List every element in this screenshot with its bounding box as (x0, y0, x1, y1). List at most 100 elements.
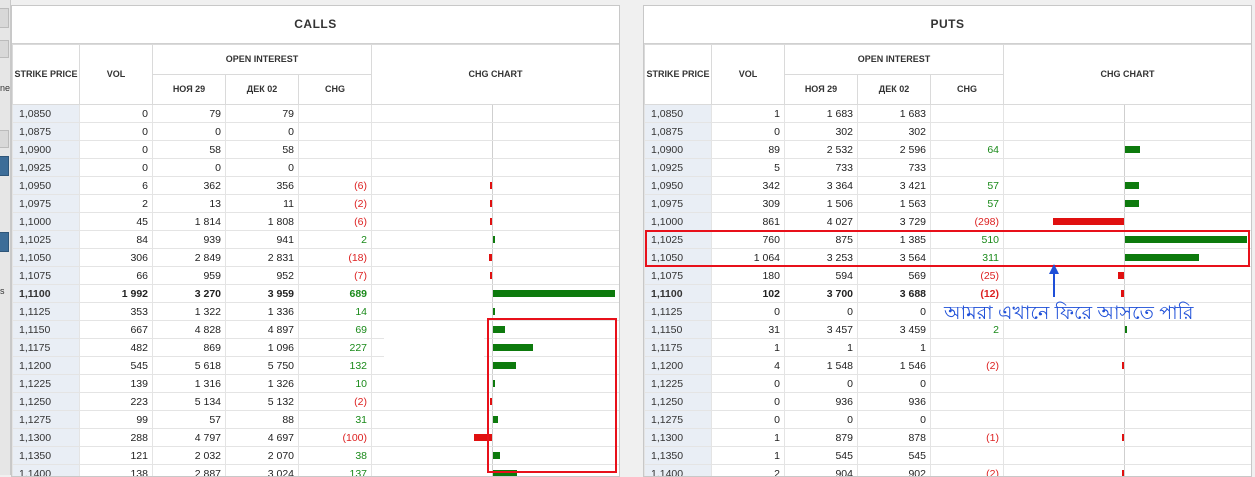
strike-cell: 1,1350 (645, 447, 712, 465)
chg-cell: 137 (299, 465, 372, 477)
strike-cell: 1,1300 (13, 429, 80, 447)
chg-cell: (6) (299, 177, 372, 195)
header-strike-price[interactable]: STRIKE PRICE (645, 45, 712, 105)
oi-dec-cell: 0 (858, 303, 931, 321)
header-chg[interactable]: CHG (299, 75, 372, 105)
table-row[interactable]: 1,120041 5481 546(2) (645, 357, 1252, 375)
sidebar-button-active[interactable] (0, 156, 9, 176)
vol-cell: 288 (80, 429, 153, 447)
table-row[interactable]: 1,0875000 (13, 123, 620, 141)
strike-cell: 1,0900 (13, 141, 80, 159)
header-dec-02[interactable]: ДЕК 02 (226, 75, 299, 105)
oi-nov-cell: 79 (153, 105, 226, 123)
chart-zero-line (1124, 393, 1125, 410)
oi-dec-cell: 3 421 (858, 177, 931, 195)
table-row[interactable]: 1,085011 6831 683 (645, 105, 1252, 123)
oi-dec-cell: 58 (226, 141, 299, 159)
sidebar-clipped-text: s (0, 286, 5, 296)
header-strike-price[interactable]: STRIKE PRICE (13, 45, 80, 105)
oi-dec-cell: 2 596 (858, 141, 931, 159)
table-row[interactable]: 1,097521311(2) (13, 195, 620, 213)
table-row[interactable]: 1,1075180594569(25) (645, 267, 1252, 285)
chart-zero-line (1124, 213, 1125, 230)
chg-bar (490, 200, 492, 207)
table-row[interactable]: 1,0900892 5322 59664 (645, 141, 1252, 159)
white-overlay-patch (384, 338, 484, 374)
oi-dec-cell: 88 (226, 411, 299, 429)
table-row[interactable]: 1,09506362356(6) (13, 177, 620, 195)
table-row[interactable]: 1,11001 9923 2703 959689 (13, 285, 620, 303)
table-row[interactable]: 1,09753091 5061 56357 (645, 195, 1252, 213)
sidebar-button[interactable] (0, 40, 9, 58)
chg-cell: 57 (931, 195, 1004, 213)
sidebar-button[interactable] (0, 130, 9, 148)
chg-bar (1125, 200, 1139, 207)
table-row[interactable]: 1,12500936936 (645, 393, 1252, 411)
header-vol[interactable]: VOL (712, 45, 785, 105)
header-dec-02[interactable]: ДЕК 02 (858, 75, 931, 105)
oi-nov-cell: 302 (785, 123, 858, 141)
table-row[interactable]: 1,1225000 (645, 375, 1252, 393)
chg-chart-cell (372, 105, 620, 123)
table-row[interactable]: 1,08750302302 (645, 123, 1252, 141)
chart-zero-line (1124, 375, 1125, 392)
header-chg[interactable]: CHG (931, 75, 1004, 105)
puts-table-body: 1,085011 6831 6831,087503023021,0900892 … (645, 105, 1252, 477)
chg-cell: 2 (299, 231, 372, 249)
chart-zero-line (492, 195, 493, 212)
vol-cell: 6 (80, 177, 153, 195)
chg-cell (931, 105, 1004, 123)
oi-nov-cell: 13 (153, 195, 226, 213)
header-nov-29[interactable]: НОЯ 29 (153, 75, 226, 105)
vol-cell: 84 (80, 231, 153, 249)
chg-cell: (2) (299, 195, 372, 213)
header-vol[interactable]: VOL (80, 45, 153, 105)
strike-cell: 1,1350 (13, 447, 80, 465)
table-row[interactable]: 1,09255733733 (645, 159, 1252, 177)
chg-cell: 69 (299, 321, 372, 339)
strike-cell: 1,1000 (645, 213, 712, 231)
chg-cell: 689 (299, 285, 372, 303)
oi-nov-cell: 3 457 (785, 321, 858, 339)
table-row[interactable]: 1,1000451 8141 808(6) (13, 213, 620, 231)
sidebar-button-active[interactable] (0, 232, 9, 252)
table-row[interactable]: 1,1025849399412 (13, 231, 620, 249)
sidebar-button[interactable] (0, 8, 9, 28)
chg-chart-cell (1004, 177, 1252, 195)
table-row[interactable]: 1,085007979 (13, 105, 620, 123)
oi-dec-cell: 5 132 (226, 393, 299, 411)
oi-dec-cell: 1 326 (226, 375, 299, 393)
oi-nov-cell: 1 683 (785, 105, 858, 123)
chg-bar (490, 182, 492, 189)
oi-nov-cell: 1 548 (785, 357, 858, 375)
chart-zero-line (1124, 105, 1125, 122)
header-open-interest: OPEN INTEREST (785, 45, 1004, 75)
oi-nov-cell: 1 (785, 339, 858, 357)
table-row[interactable]: 1,13001879878(1) (645, 429, 1252, 447)
vol-cell: 306 (80, 249, 153, 267)
table-row[interactable]: 1,1275000 (645, 411, 1252, 429)
strike-cell: 1,1250 (645, 393, 712, 411)
table-row[interactable]: 1,0925000 (13, 159, 620, 177)
vol-cell: 2 (80, 195, 153, 213)
chart-zero-line (1124, 123, 1125, 140)
chg-cell (931, 393, 1004, 411)
chg-bar (1121, 290, 1124, 297)
table-row[interactable]: 1,09503423 3643 42157 (645, 177, 1252, 195)
chg-cell (299, 141, 372, 159)
table-row[interactable]: 1,1175111 (645, 339, 1252, 357)
table-row[interactable]: 1,090005858 (13, 141, 620, 159)
table-row[interactable]: 1,13501545545 (645, 447, 1252, 465)
header-nov-29[interactable]: НОЯ 29 (785, 75, 858, 105)
table-row[interactable]: 1,10503062 8492 831(18) (13, 249, 620, 267)
table-row[interactable]: 1,10008614 0273 729(298) (645, 213, 1252, 231)
chg-cell: (2) (931, 357, 1004, 375)
chg-chart-cell (372, 267, 620, 285)
table-row[interactable]: 1,107566959952(7) (13, 267, 620, 285)
vol-cell: 353 (80, 303, 153, 321)
table-row[interactable]: 1,14002904902(2) (645, 465, 1252, 477)
vol-cell: 223 (80, 393, 153, 411)
strike-cell: 1,1200 (13, 357, 80, 375)
vol-cell: 0 (712, 375, 785, 393)
strike-cell: 1,1200 (645, 357, 712, 375)
